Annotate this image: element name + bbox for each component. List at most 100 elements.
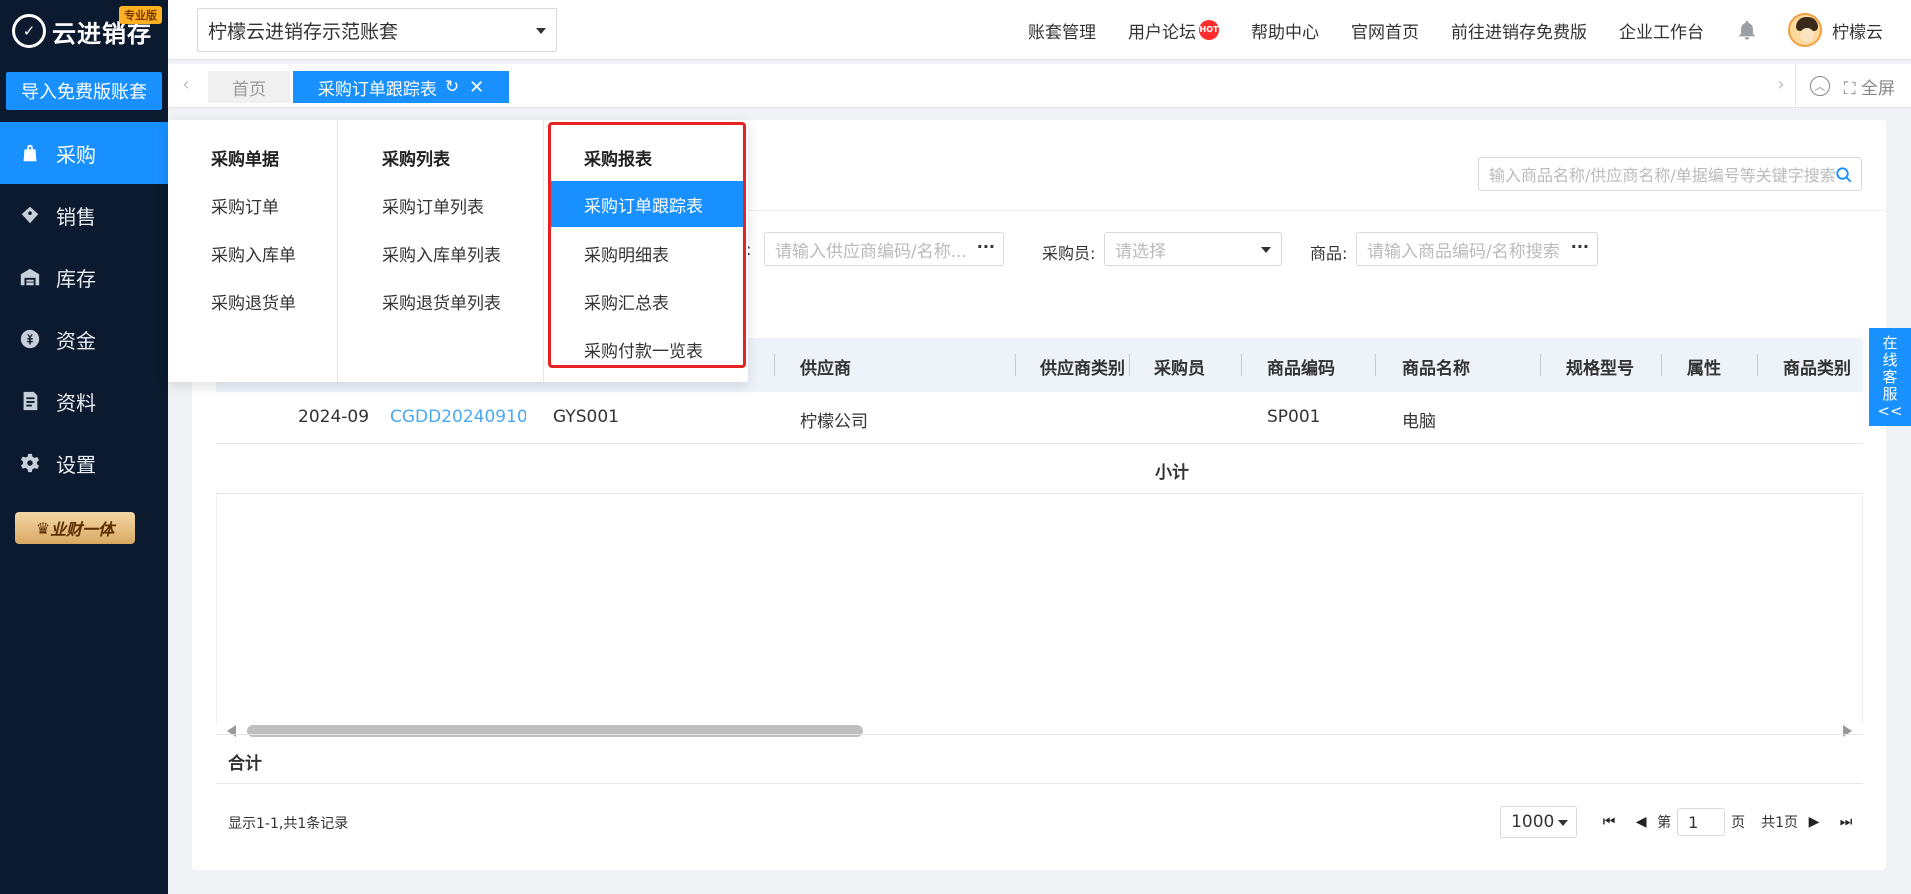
buyer-select[interactable]: 请选择	[1104, 232, 1282, 266]
top-nav: 账套管理 用户论坛 HOT 帮助中心 官网首页 前往进销存免费版 企业工作台 柠檬…	[1028, 0, 1911, 60]
user-forum-link[interactable]: 用户论坛 HOT	[1128, 18, 1219, 43]
cell-product-code: SP001	[1267, 407, 1321, 427]
product-filter-input[interactable]: 请输入商品编码/名称搜索 ···	[1356, 232, 1598, 266]
search-icon[interactable]	[1835, 166, 1853, 184]
cs-char: 客	[1882, 367, 1898, 386]
cs-char: <<	[1877, 401, 1903, 420]
online-customer-service-button[interactable]: 在 线 客 服 <<	[1869, 328, 1911, 426]
caret-down-icon	[1261, 247, 1271, 253]
app-logo[interactable]: ✓ 云进销存 专业版	[0, 0, 168, 62]
first-page-icon[interactable]: ⏮	[1599, 814, 1619, 830]
column-separator	[1540, 354, 1541, 376]
keyword-search-input[interactable]: 输入商品名称/供应商名称/单据编号等关键字搜索	[1478, 157, 1862, 191]
col-header-product-category[interactable]: 商品类别	[1783, 354, 1851, 379]
avatar[interactable]	[1788, 13, 1822, 47]
import-free-account-button[interactable]: 导入免费版账套	[6, 72, 162, 110]
col-header-supplier-category[interactable]: 供应商类别	[1040, 354, 1125, 379]
menu-item-purchase-receipt-list[interactable]: 采购入库单列表	[382, 241, 501, 266]
product-filter-placeholder: 请输入商品编码/名称搜索	[1367, 241, 1560, 262]
buyer-select-placeholder: 请选择	[1115, 241, 1166, 262]
page-size-value: 1000	[1511, 812, 1555, 832]
shopping-bag-icon	[18, 141, 42, 165]
supplier-filter-input[interactable]: 请输入供应商编码/名称... ···	[764, 232, 1004, 266]
menu-item-purchase-order-list[interactable]: 采购订单列表	[382, 193, 484, 218]
menu-item-purchase-return[interactable]: 采购退货单	[211, 289, 296, 314]
column-separator	[1375, 354, 1376, 376]
total-row: 合计	[216, 734, 1863, 784]
col-header-buyer[interactable]: 采购员	[1154, 354, 1205, 379]
sidebar-item-sales[interactable]: 销售	[0, 184, 168, 246]
col-header-attribute[interactable]: 属性	[1687, 354, 1721, 379]
column-separator	[1241, 354, 1242, 376]
caret-down-icon	[1558, 820, 1569, 826]
username[interactable]: 柠檬云	[1832, 18, 1883, 43]
close-icon[interactable]: ✕	[469, 77, 484, 98]
menu-heading: 采购单据	[211, 150, 279, 170]
page-size-select[interactable]: 1000	[1500, 806, 1578, 838]
gear-icon	[18, 451, 42, 475]
sidebar-item-label: 库存	[56, 266, 96, 291]
sidebar-item-data[interactable]: 资料	[0, 370, 168, 432]
column-separator	[774, 354, 775, 376]
cell-order-number-link[interactable]: CGDD202409100	[390, 407, 526, 427]
col-header-spec[interactable]: 规格型号	[1566, 354, 1634, 379]
page-prefix: 第	[1657, 815, 1672, 831]
refresh-icon[interactable]: ↻	[445, 77, 459, 97]
page-suffix: 页	[1731, 815, 1746, 831]
page-number-input[interactable]: 1	[1677, 808, 1726, 836]
tab-tools: ︿ ⛶ 全屏	[1794, 64, 1911, 108]
promo-text: 业财一体	[50, 520, 115, 539]
menu-item-purchase-order[interactable]: 采购订单	[211, 193, 279, 218]
sidebar-item-inventory[interactable]: 库存	[0, 246, 168, 308]
sidebar-item-settings[interactable]: 设置	[0, 432, 168, 494]
more-dots-icon[interactable]: ···	[977, 237, 995, 256]
hot-badge: HOT	[1199, 20, 1219, 40]
table-row[interactable]: 2024-09-1 CGDD202409100 GYS001 柠檬公司 SP00…	[216, 392, 1863, 444]
enterprise-workbench-link[interactable]: 企业工作台	[1619, 18, 1704, 43]
supplier-filter-placeholder: 请输入供应商编码/名称...	[775, 241, 967, 262]
tab-scroll-left-icon[interactable]: ‹	[176, 74, 196, 98]
document-icon	[18, 389, 42, 413]
tab-scroll-right-icon[interactable]: ›	[1771, 74, 1791, 98]
buyer-label: 采购员:	[1042, 244, 1096, 263]
sidebar-item-purchase[interactable]: 采购	[0, 122, 168, 184]
col-header-product-name[interactable]: 商品名称	[1402, 354, 1470, 379]
help-center-link[interactable]: 帮助中心	[1251, 18, 1319, 43]
cs-char: 线	[1882, 350, 1898, 369]
account-management-link[interactable]: 账套管理	[1028, 18, 1096, 43]
bell-icon[interactable]	[1736, 18, 1758, 42]
menu-column-purchase-documents: 采购单据 采购订单 采购入库单 采购退货单	[168, 120, 338, 382]
pagination: 1000 ⏮ ◀ 第 1 页 共1页 ▶ ⏭	[1500, 806, 1862, 838]
tab-home[interactable]: 首页	[208, 71, 290, 103]
subtotal-label: 小计	[1155, 463, 1189, 483]
tab-bar: ‹ 首页 采购订单跟踪表 ↻ ✕ › ︿ ⛶ 全屏	[168, 64, 1911, 108]
total-label: 合计	[228, 754, 262, 774]
cs-char: 服	[1882, 384, 1898, 403]
fullscreen-label: 全屏	[1861, 78, 1895, 99]
last-page-icon[interactable]: ⏭	[1836, 814, 1856, 830]
account-select[interactable]: 柠檬云进销存示范账套	[197, 8, 557, 52]
sidebar-item-funds[interactable]: 资金	[0, 308, 168, 370]
more-dots-icon[interactable]: ···	[1571, 237, 1589, 256]
fullscreen-button[interactable]: ⛶ 全屏	[1844, 74, 1895, 99]
menu-item-purchase-receipt[interactable]: 采购入库单	[211, 241, 296, 266]
col-header-supplier[interactable]: 供应商	[800, 354, 851, 379]
menu-item-purchase-return-list[interactable]: 采购退货单列表	[382, 289, 501, 314]
menu-heading: 采购列表	[382, 150, 450, 170]
next-page-icon[interactable]: ▶	[1804, 814, 1824, 830]
sidebar-nav: 采购 销售 库存 资金 资料 设置	[0, 122, 168, 494]
prev-page-icon[interactable]: ◀	[1631, 814, 1651, 830]
free-version-link[interactable]: 前往进销存免费版	[1451, 18, 1587, 43]
col-header-product-code[interactable]: 商品编码	[1267, 354, 1335, 379]
tab-purchase-order-tracking[interactable]: 采购订单跟踪表 ↻ ✕	[293, 71, 509, 103]
column-separator	[1757, 354, 1758, 376]
collapse-up-icon[interactable]: ︿	[1809, 76, 1830, 96]
total-pages: 共1页	[1761, 815, 1798, 831]
promo-banner[interactable]: ♛ 业财一体	[15, 512, 135, 544]
sidebar-item-label: 销售	[56, 204, 96, 229]
caret-down-icon	[536, 28, 546, 34]
yen-coin-icon	[18, 327, 42, 351]
official-site-link[interactable]: 官网首页	[1351, 18, 1419, 43]
cell-supplier-code: GYS001	[553, 407, 619, 427]
sales-tag-icon	[18, 203, 42, 227]
